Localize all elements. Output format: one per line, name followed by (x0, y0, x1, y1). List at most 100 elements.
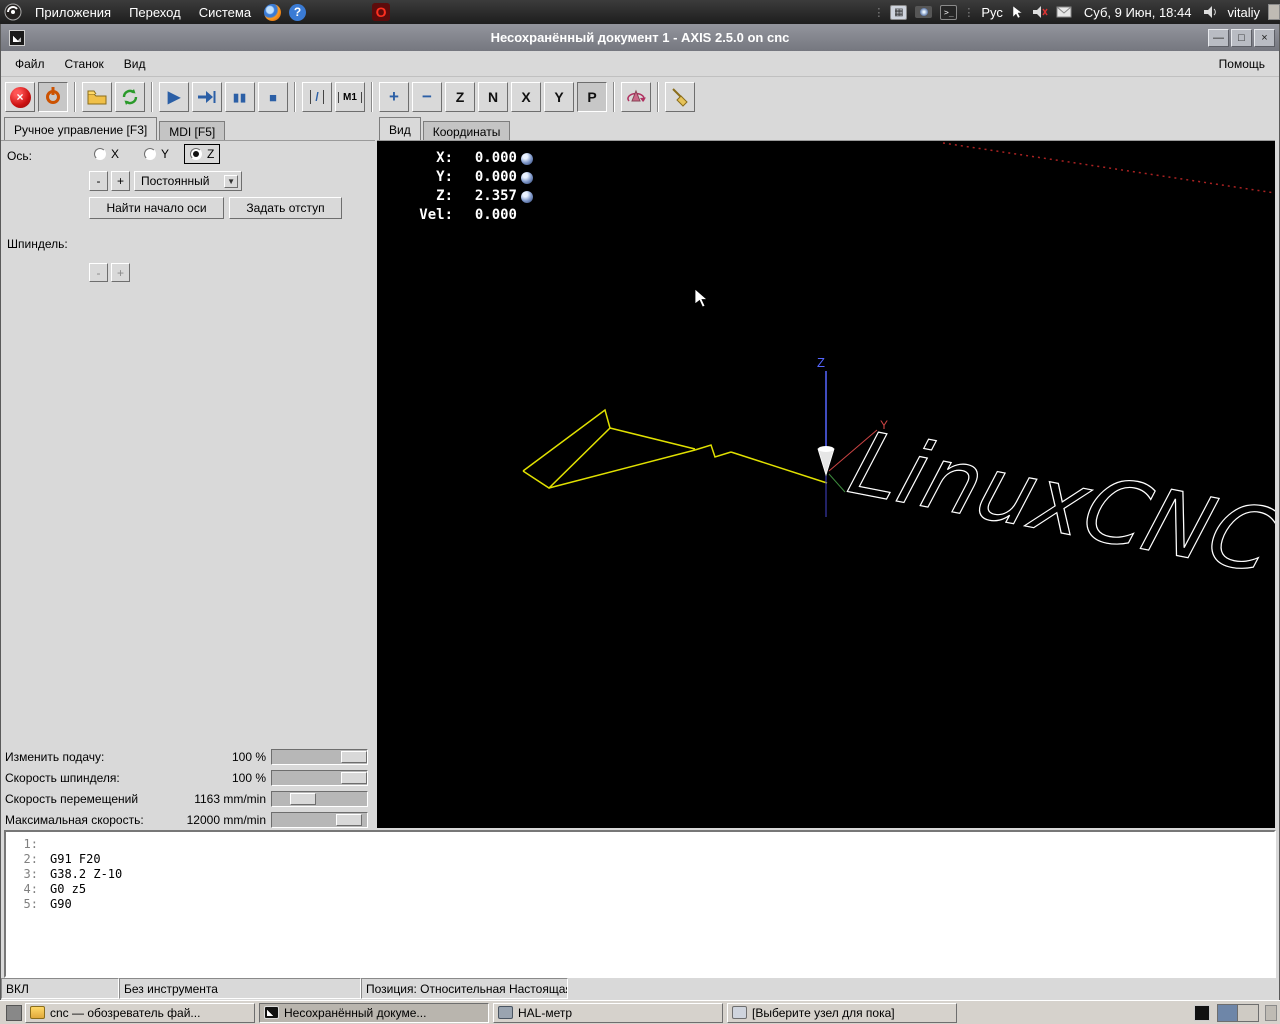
estop-button[interactable]: × (5, 82, 35, 112)
workspace-1[interactable] (1218, 1005, 1238, 1021)
view-top-button[interactable]: Z (445, 82, 475, 112)
zoom-out-button[interactable]: − (412, 82, 442, 112)
taskbar-window-halmeter[interactable]: HAL-метр (493, 1003, 723, 1023)
view-front-icon: Y (554, 89, 563, 105)
clock[interactable]: Суб, 9 Июн, 18:44 (1076, 5, 1200, 20)
run-button[interactable]: ▶ (159, 82, 189, 112)
machine-power-button[interactable] (38, 82, 68, 112)
jog-speed-slider[interactable] (271, 791, 368, 807)
set-offset-button[interactable]: Задать отступ (229, 197, 342, 219)
jog-minus-button[interactable]: - (89, 171, 108, 191)
window-titlebar[interactable]: Несохранённый документ 1 - AXIS 2.5.0 on… (1, 24, 1279, 51)
menu-help[interactable]: Помощь (1209, 53, 1275, 75)
folder-icon (30, 1006, 45, 1019)
jog-mode-value: Постоянный (141, 174, 209, 188)
step-button[interactable] (192, 82, 222, 112)
gcode-line[interactable]: 4:G0 z5 (6, 882, 1274, 897)
speaker-icon[interactable] (1203, 5, 1217, 19)
taskbar-window-label: [Выберите узел для пока] (752, 1006, 895, 1020)
jog-plus-button[interactable]: + (111, 171, 130, 191)
pause-button[interactable]: ▮▮ (225, 82, 255, 112)
gcode-line[interactable]: 5:G90 (6, 897, 1274, 912)
gcode-line-number: 4: (6, 882, 50, 897)
slider-handle[interactable] (341, 772, 367, 784)
firefox-launcher-icon[interactable] (264, 4, 281, 21)
tool-cone-top (818, 446, 834, 452)
keyboard-layout-indicator[interactable]: Рус (976, 5, 1008, 20)
panel-applet-icon[interactable] (1268, 4, 1280, 20)
jog-mode-dropdown[interactable]: Постоянный ▼ (134, 171, 242, 191)
tab-dro[interactable]: Координаты (423, 121, 511, 141)
axis-radio-y[interactable]: Y (139, 145, 174, 163)
axis-radio-z[interactable]: Z (185, 145, 219, 163)
calculator-icon[interactable]: ▦ (890, 5, 907, 20)
close-button[interactable]: × (1254, 29, 1275, 47)
reload-file-button[interactable] (115, 82, 145, 112)
volume-muted-icon[interactable] (1032, 5, 1048, 19)
taskbar-window-file-manager[interactable]: cnc — обозреватель фай... (25, 1003, 255, 1023)
applet-handle: ⋮ (873, 6, 884, 19)
manual-control-panel: Ось: X Y Z - + Постоянный ▼ Найти начало… (1, 140, 375, 828)
spindle-plus-button[interactable]: + (111, 263, 130, 282)
user-switcher[interactable]: vitaliy (1221, 5, 1266, 20)
view-top-rotated-button[interactable]: N (478, 82, 508, 112)
workspace-2[interactable] (1238, 1005, 1258, 1021)
linuxcnc-tray-icon[interactable] (1194, 1005, 1210, 1021)
view-front-button[interactable]: Y (544, 82, 574, 112)
rotate-view-button[interactable] (621, 82, 651, 112)
optional-stop-toggle[interactable]: M1 (335, 82, 365, 112)
spindle-minus-button[interactable]: - (89, 263, 108, 282)
skip-lines-toggle[interactable]: / (302, 82, 332, 112)
view-perspective-button[interactable]: P (577, 82, 607, 112)
opera-launcher-icon[interactable]: O (372, 3, 390, 21)
tab-preview[interactable]: Вид (379, 117, 421, 141)
taskbar-window-axis[interactable]: Несохранённый докуме... (259, 1003, 489, 1023)
home-axis-button[interactable]: Найти начало оси (89, 197, 224, 219)
menu-places[interactable]: Переход (120, 0, 190, 24)
menu-system[interactable]: Система (190, 0, 260, 24)
gcode-line[interactable]: 3:G38.2 Z-10 (6, 867, 1274, 882)
minimize-button[interactable]: — (1208, 29, 1229, 47)
workspace-switcher[interactable] (1217, 1004, 1259, 1022)
clear-plot-button[interactable] (665, 82, 695, 112)
max-velocity-slider[interactable] (271, 812, 368, 828)
gcode-listing[interactable]: 1: 2:G91 F20 3:G38.2 Z-10 4:G0 z5 5:G90 (4, 830, 1276, 978)
screenshot-icon[interactable] (915, 6, 932, 18)
radio-icon (144, 148, 156, 160)
menu-view[interactable]: Вид (114, 53, 156, 75)
axis-radio-x[interactable]: X (89, 145, 124, 163)
menu-applications[interactable]: Приложения (26, 0, 120, 24)
reload-icon (121, 88, 139, 106)
max-velocity-row: Максимальная скорость: 12000 mm/min (1, 810, 375, 830)
toolbar-separator (371, 82, 373, 112)
mail-icon[interactable] (1056, 6, 1072, 18)
zoom-in-button[interactable]: + (379, 82, 409, 112)
gcode-line[interactable]: 2:G91 F20 (6, 852, 1274, 867)
distributor-logo-icon[interactable] (4, 3, 22, 21)
preview-3d-area[interactable]: LinuxCNC Y Z X: 0.000 (377, 140, 1275, 828)
show-desktop-icon[interactable] (6, 1005, 22, 1021)
stop-button[interactable]: ■ (258, 82, 288, 112)
tab-mdi[interactable]: MDI [F5] (159, 121, 225, 141)
trash-applet-icon[interactable] (1265, 1005, 1277, 1021)
radio-icon (94, 148, 106, 160)
toolbar: × ▶ ▮▮ ■ / M1 + − Z N X Y (1, 77, 1279, 117)
slider-handle[interactable] (341, 751, 367, 763)
help-launcher-icon[interactable]: ? (289, 4, 306, 21)
gcode-line[interactable]: 1: (6, 837, 1274, 852)
slider-handle[interactable] (290, 793, 316, 805)
terminal-icon[interactable]: >_ (940, 5, 957, 20)
maximize-button[interactable]: □ (1231, 29, 1252, 47)
spindle-override-slider[interactable] (271, 770, 368, 786)
view-side-button[interactable]: X (511, 82, 541, 112)
menu-file[interactable]: Файл (5, 53, 55, 75)
feed-override-slider[interactable] (271, 749, 368, 765)
slider-handle[interactable] (336, 814, 362, 826)
open-file-button[interactable] (82, 82, 112, 112)
gnome-taskbar: cnc — обозреватель фай... Несохранённый … (0, 1000, 1280, 1024)
mouse-pointer-applet-icon[interactable] (1012, 5, 1024, 19)
machine-state-status: ВКЛ (1, 978, 119, 999)
menu-machine[interactable]: Станок (55, 53, 114, 75)
taskbar-window-select-node[interactable]: [Выберите узел для пока] (727, 1003, 957, 1023)
tab-manual-control[interactable]: Ручное управление [F3] (4, 117, 157, 141)
